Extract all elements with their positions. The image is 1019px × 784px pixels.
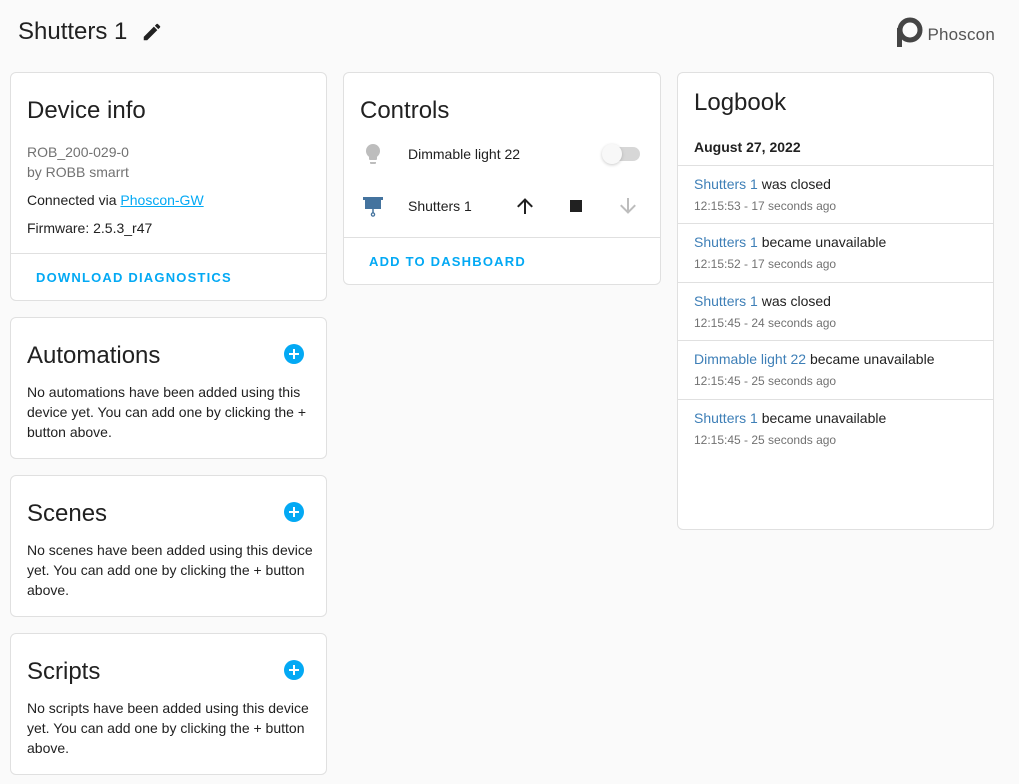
add-script-icon[interactable] bbox=[284, 660, 304, 680]
scenes-card: Scenes No scenes have been added using t… bbox=[10, 475, 327, 617]
log-entry: Shutters 1 was closed 12:15:53 - 17 seco… bbox=[678, 165, 993, 223]
firmware-version: Firmware: 2.5.3_r47 bbox=[27, 220, 153, 236]
add-scene-icon[interactable] bbox=[284, 502, 304, 522]
scenes-description: No scenes have been added using this dev… bbox=[27, 542, 313, 598]
divider bbox=[344, 237, 660, 238]
automations-description: No automations have been added using thi… bbox=[27, 384, 307, 440]
scripts-title: Scripts bbox=[27, 658, 101, 685]
page-header: Shutters 1 bbox=[18, 14, 163, 50]
page-title: Shutters 1 bbox=[18, 18, 128, 45]
automations-card: Automations No automations have been add… bbox=[10, 317, 327, 459]
device-info-title: Device info bbox=[27, 97, 146, 124]
light-toggle[interactable] bbox=[602, 144, 640, 164]
connected-via-label: Connected via bbox=[27, 192, 121, 208]
log-entity-link[interactable]: Shutters 1 bbox=[694, 176, 758, 192]
log-entity-link[interactable]: Dimmable light 22 bbox=[694, 351, 806, 367]
close-cover-button[interactable] bbox=[616, 194, 640, 218]
device-model: ROB_200-029-0 bbox=[27, 144, 129, 160]
log-text: was closed bbox=[757, 176, 831, 192]
scripts-card: Scripts No scripts have been added using… bbox=[10, 633, 327, 775]
scenes-title: Scenes bbox=[27, 500, 108, 527]
logbook-date: August 27, 2022 bbox=[694, 139, 801, 155]
entity-row-shutters[interactable]: Shutters 1 bbox=[344, 186, 660, 226]
brand-logo: Phoscon bbox=[893, 16, 995, 48]
log-entity-link[interactable]: Shutters 1 bbox=[694, 410, 758, 426]
lightbulb-icon bbox=[361, 142, 385, 166]
brand-name: Phoscon bbox=[927, 25, 995, 44]
arrow-up-icon bbox=[517, 198, 533, 214]
stop-cover-button[interactable] bbox=[564, 194, 588, 218]
log-text: was closed bbox=[757, 293, 831, 309]
logbook-title: Logbook bbox=[694, 89, 787, 116]
log-text: became unavailable bbox=[806, 351, 935, 367]
log-time: 12:15:53 - 17 seconds ago bbox=[694, 199, 837, 213]
open-cover-button[interactable] bbox=[513, 194, 537, 218]
log-message: Shutters 1 became unavailable bbox=[694, 410, 886, 426]
connected-via: Connected via Phoscon-GW bbox=[27, 192, 204, 208]
log-time: 12:15:45 - 25 seconds ago bbox=[694, 433, 837, 447]
log-message: Shutters 1 became unavailable bbox=[694, 234, 886, 250]
log-entity-link[interactable]: Shutters 1 bbox=[694, 234, 758, 250]
arrow-down-icon bbox=[620, 198, 636, 214]
log-message: Dimmable light 22 became unavailable bbox=[694, 351, 934, 367]
log-time: 12:15:45 - 25 seconds ago bbox=[694, 374, 837, 388]
device-manufacturer: by ROBB smarrt bbox=[27, 164, 129, 180]
stop-icon bbox=[570, 200, 582, 212]
device-info-card: Device info ROB_200-029-0 by ROBB smarrt… bbox=[10, 72, 327, 301]
log-text: became unavailable bbox=[757, 234, 887, 250]
add-automation-icon[interactable] bbox=[284, 344, 304, 364]
pencil-icon[interactable] bbox=[141, 21, 163, 43]
toggle-knob bbox=[602, 144, 622, 164]
logbook-card: Logbook August 27, 2022 Shutters 1 was c… bbox=[677, 72, 994, 530]
log-message: Shutters 1 was closed bbox=[694, 293, 831, 309]
log-message: Shutters 1 was closed bbox=[694, 176, 831, 192]
log-text: became unavailable bbox=[757, 410, 887, 426]
scripts-description: No scripts have been added using this de… bbox=[27, 700, 309, 756]
log-time: 12:15:52 - 17 seconds ago bbox=[694, 257, 837, 271]
add-to-dashboard-button[interactable]: ADD TO DASHBOARD bbox=[369, 254, 526, 269]
divider bbox=[11, 253, 326, 254]
controls-title: Controls bbox=[360, 97, 450, 124]
log-entry: Shutters 1 was closed 12:15:45 - 24 seco… bbox=[678, 282, 993, 340]
download-diagnostics-button[interactable]: DOWNLOAD DIAGNOSTICS bbox=[36, 270, 232, 285]
log-time: 12:15:45 - 24 seconds ago bbox=[694, 316, 837, 330]
log-entry: Shutters 1 became unavailable 12:15:52 -… bbox=[678, 223, 993, 281]
connected-via-link[interactable]: Phoscon-GW bbox=[120, 192, 203, 208]
log-entry: Shutters 1 became unavailable 12:15:45 -… bbox=[678, 399, 993, 457]
controls-card: Controls Dimmable light 22 Shutters 1 AD… bbox=[343, 72, 661, 285]
entity-name: Shutters 1 bbox=[408, 198, 472, 214]
log-entry: Dimmable light 22 became unavailable 12:… bbox=[678, 340, 993, 398]
window-shutter-icon bbox=[361, 194, 385, 218]
log-entity-link[interactable]: Shutters 1 bbox=[694, 293, 758, 309]
entity-name: Dimmable light 22 bbox=[408, 146, 521, 162]
phoscon-logo-icon bbox=[897, 17, 923, 47]
automations-title: Automations bbox=[27, 342, 161, 369]
entity-row-light[interactable]: Dimmable light 22 bbox=[344, 134, 660, 174]
